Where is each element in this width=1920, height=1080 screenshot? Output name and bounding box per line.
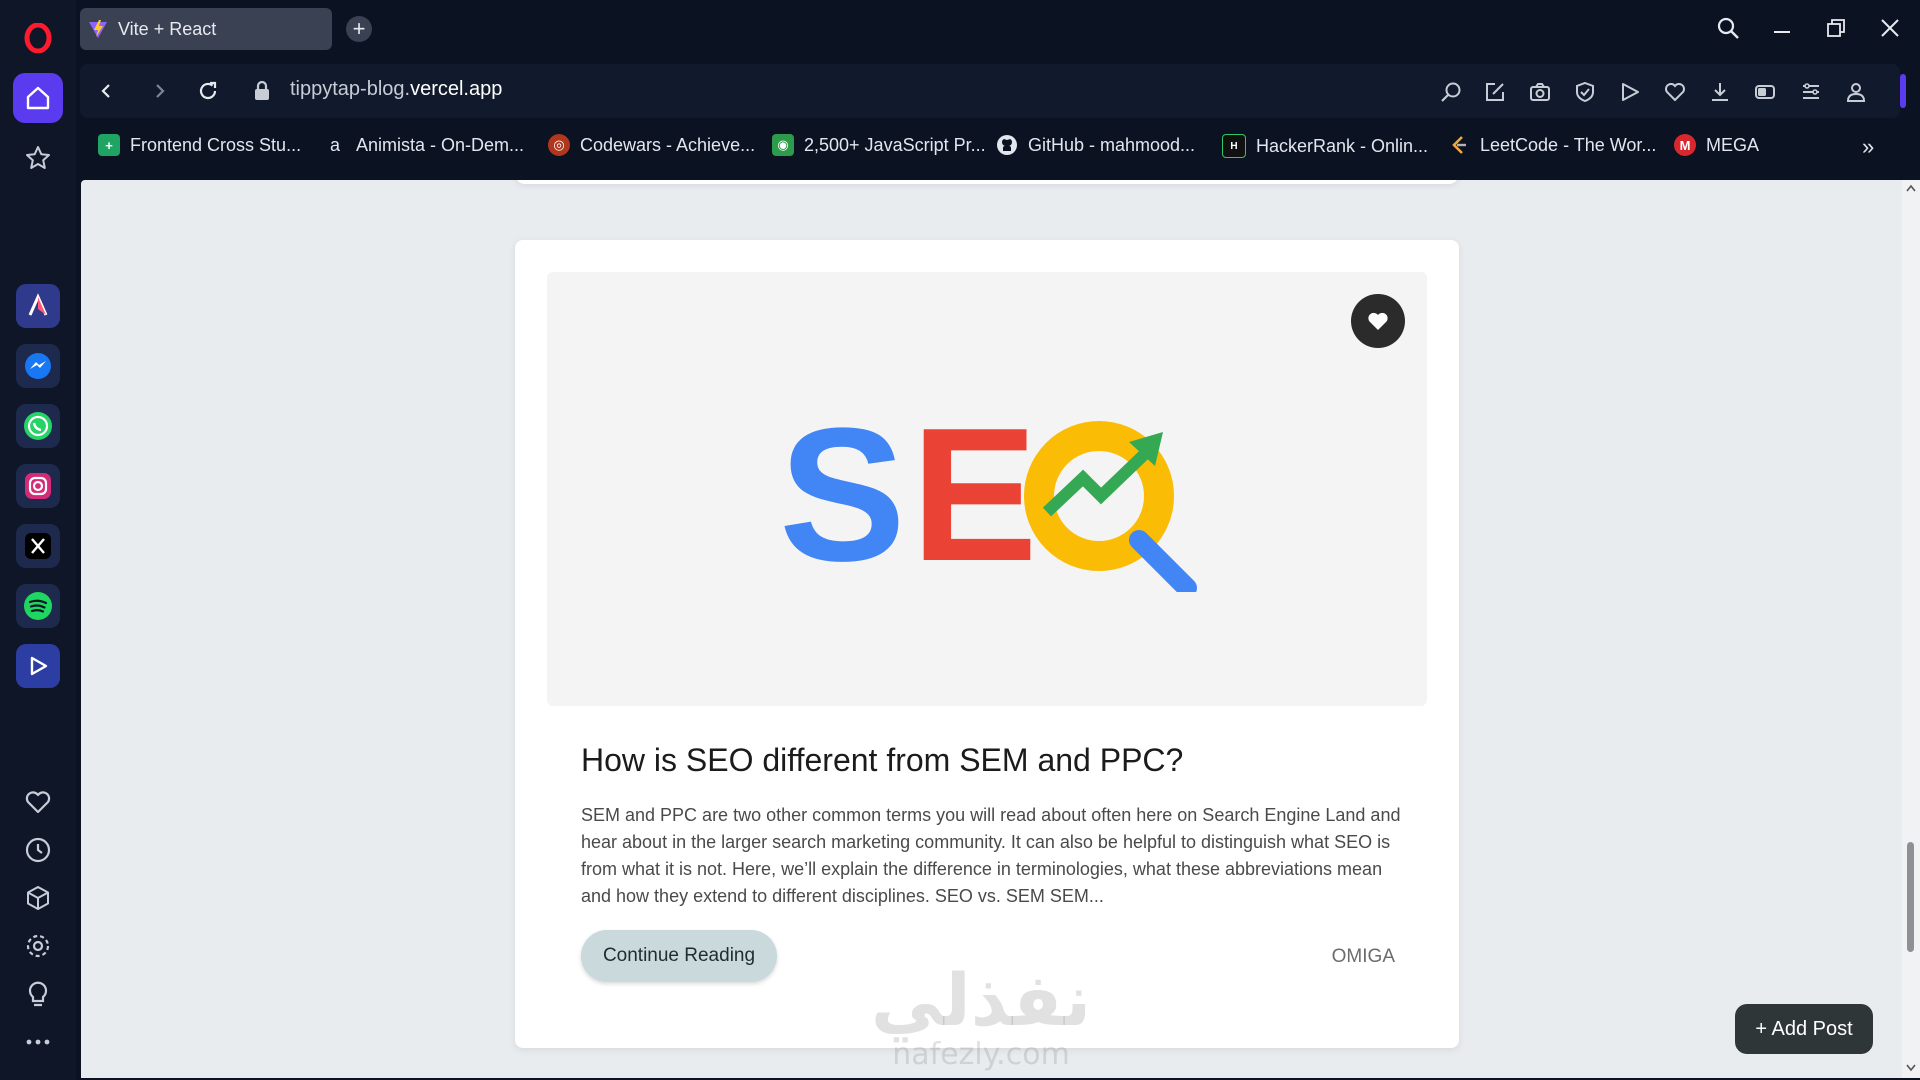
previous-post-card xyxy=(515,180,1459,184)
page-scrollbar[interactable] xyxy=(1902,180,1920,1078)
easy-setup-menu-icon[interactable] xyxy=(1796,77,1826,107)
search-tabs-icon[interactable] xyxy=(1712,12,1744,44)
tips-lightbulb-icon[interactable] xyxy=(22,978,54,1010)
bookmark-label: Animista - On-Dem... xyxy=(356,134,525,155)
bookmark-label: GitHub - mahmood... xyxy=(1028,134,1196,155)
reload-icon[interactable] xyxy=(192,75,224,107)
watermark-arabic: نفذلي xyxy=(870,958,1092,1042)
hackerrank-icon: H xyxy=(1222,134,1246,158)
home-icon xyxy=(26,86,50,110)
green-plus-icon: + xyxy=(98,134,120,156)
bookmark-animista[interactable]: a Animista - On-Dem... xyxy=(324,134,524,156)
github-icon xyxy=(996,134,1018,156)
forward-icon[interactable] xyxy=(144,75,176,107)
player-icon[interactable] xyxy=(16,644,60,688)
bookmark-leetcode[interactable]: LeetCode - The Wor... xyxy=(1448,134,1656,156)
tab-title: Vite + React xyxy=(118,18,217,39)
bookmark-label: HackerRank - Onlin... xyxy=(1256,135,1429,156)
codewars-icon: ◎ xyxy=(548,134,570,156)
close-window-icon[interactable] xyxy=(1874,12,1906,44)
extensions-cube-icon[interactable] xyxy=(22,882,54,914)
bookmark-codewars[interactable]: ◎ Codewars - Achieve... xyxy=(548,134,755,156)
scrollbar-thumb[interactable] xyxy=(1907,842,1914,952)
continue-reading-button[interactable]: Continue Reading xyxy=(581,930,777,982)
url-field[interactable]: tippytap-blog.vercel.app xyxy=(290,78,502,101)
whatsapp-icon[interactable] xyxy=(16,404,60,448)
battery-saver-icon[interactable] xyxy=(1750,77,1780,107)
favorite-button[interactable] xyxy=(1351,294,1405,348)
new-tab-button[interactable]: + xyxy=(346,16,372,42)
url-host-prefix: tippytap-blog. xyxy=(290,78,411,100)
page-search-icon[interactable] xyxy=(1436,77,1466,107)
post-author: OMIGA xyxy=(1331,946,1395,967)
home-button[interactable] xyxy=(13,73,63,123)
history-clock-icon[interactable] xyxy=(22,834,54,866)
bookmark-label: Codewars - Achieve... xyxy=(580,134,756,155)
bookmark-javascript-problems[interactable]: ◉ 2,500+ JavaScript Pr... xyxy=(772,134,986,156)
bookmark-frontend-cross[interactable]: + Frontend Cross Stu... xyxy=(98,134,301,156)
watermark: نفذلي nafezly.com xyxy=(851,960,1111,1070)
profile-user-icon[interactable] xyxy=(1841,77,1871,107)
restore-icon[interactable] xyxy=(1820,12,1852,44)
scroll-down-icon[interactable] xyxy=(1906,1064,1916,1074)
heart-icon[interactable] xyxy=(22,786,54,818)
settings-gear-icon[interactable] xyxy=(22,930,54,962)
more-dots-icon[interactable] xyxy=(22,1026,54,1058)
back-icon[interactable] xyxy=(90,75,122,107)
page-viewport: S E How is SEO different from SEM and PP… xyxy=(81,180,1903,1078)
bookmark-hackerrank[interactable]: H HackerRank - Onlin... xyxy=(1222,134,1428,158)
sidebar-accent-bar xyxy=(1900,74,1906,108)
adblock-shield-icon[interactable] xyxy=(1570,77,1600,107)
svg-text:S: S xyxy=(779,392,906,592)
leetcode-icon xyxy=(1448,134,1470,156)
watermark-latin: nafezly.com xyxy=(892,1037,1070,1072)
post-card: S E How is SEO different from SEM and PP… xyxy=(515,240,1459,1048)
post-excerpt: SEM and PPC are two other common terms y… xyxy=(581,805,1401,906)
browser-tab[interactable]: Vite + React xyxy=(80,8,332,50)
vite-favicon-icon xyxy=(88,19,108,39)
spotify-icon[interactable] xyxy=(16,584,60,628)
scroll-up-icon[interactable] xyxy=(1906,184,1916,194)
bookmark-label: MEGA xyxy=(1706,134,1760,155)
owl-icon: ◉ xyxy=(772,134,794,156)
bookmark-github[interactable]: GitHub - mahmood... xyxy=(996,134,1195,156)
aria-app-icon[interactable] xyxy=(16,284,60,328)
lock-icon[interactable] xyxy=(246,75,278,107)
bookmark-label: 2,500+ JavaScript Pr... xyxy=(804,134,986,155)
mega-icon: M xyxy=(1674,134,1696,156)
seo-logo-icon: S E xyxy=(779,392,1197,592)
snapshot-camera-icon[interactable] xyxy=(1525,77,1555,107)
download-icon[interactable] xyxy=(1705,77,1735,107)
bookmark-mega[interactable]: M MEGA xyxy=(1674,134,1759,156)
more-bookmarks-button[interactable]: » xyxy=(1862,134,1874,160)
speed-dial-star-icon[interactable] xyxy=(22,142,54,174)
animista-a-icon: a xyxy=(329,134,340,155)
opera-logo-icon[interactable] xyxy=(22,22,54,54)
post-image[interactable]: S E xyxy=(547,272,1427,706)
edit-share-icon[interactable] xyxy=(1480,77,1510,107)
url-host-main: vercel.app xyxy=(410,78,503,100)
post-title[interactable]: How is SEO different from SEM and PPC? xyxy=(581,742,1183,779)
sidebar xyxy=(0,0,76,1080)
svg-text:E: E xyxy=(911,392,1038,592)
bookmark-heart-icon[interactable] xyxy=(1660,77,1690,107)
address-bar-row: tippytap-blog.vercel.app xyxy=(80,64,1906,118)
add-post-button[interactable]: + Add Post xyxy=(1735,1004,1873,1054)
bookmark-label: LeetCode - The Wor... xyxy=(1480,134,1657,155)
player-send-icon[interactable] xyxy=(1615,77,1645,107)
minimize-icon[interactable] xyxy=(1766,12,1798,44)
heart-filled-icon xyxy=(1368,312,1388,330)
bookmarks-bar: + Frontend Cross Stu... a Animista - On-… xyxy=(80,128,1900,168)
x-twitter-icon[interactable] xyxy=(16,524,60,568)
bookmark-label: Frontend Cross Stu... xyxy=(130,134,302,155)
instagram-icon[interactable] xyxy=(16,464,60,508)
messenger-icon[interactable] xyxy=(16,344,60,388)
